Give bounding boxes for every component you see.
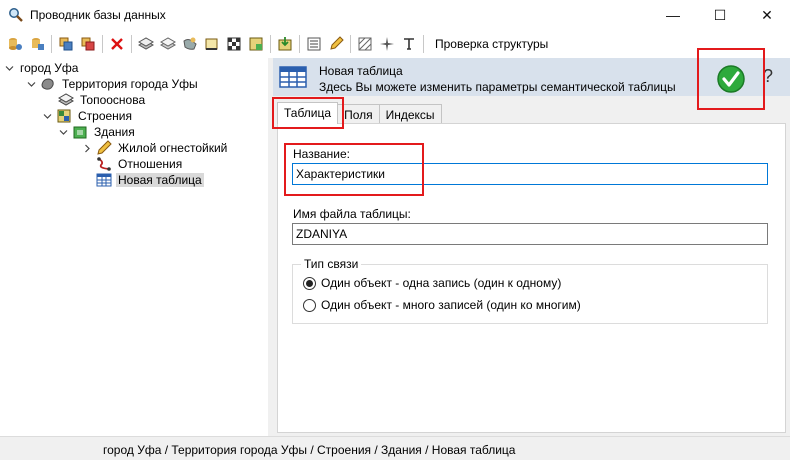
link-type-group: Тип связи Один объект - одна запись (оди…	[292, 257, 768, 324]
tree-item-city[interactable]: город Уфа	[4, 60, 80, 76]
toolbar: Проверка структуры	[0, 31, 790, 57]
highlight-box	[697, 48, 765, 110]
tab-table[interactable]: Таблица	[277, 102, 339, 124]
status-bar: город Уфа / Территория города Уфы / Стро…	[0, 436, 790, 460]
tree-item-residential[interactable]: Жилой огнестойкий	[82, 140, 229, 156]
toolbar-separator	[131, 35, 132, 53]
minimize-button[interactable]: —	[650, 0, 696, 30]
collapse-arrow-icon[interactable]	[4, 63, 14, 73]
expand-arrow-icon[interactable]	[82, 143, 92, 153]
panel-subtitle: Здесь Вы можете изменить параметры семан…	[319, 80, 676, 94]
tree-item-label: Новая таблица	[116, 173, 204, 187]
book-icon[interactable]	[201, 33, 223, 55]
toolbar-separator	[102, 35, 103, 53]
db-move-icon[interactable]	[77, 33, 99, 55]
collapse-arrow-icon[interactable]	[58, 127, 68, 137]
radio-one-to-one[interactable]: Один объект - одна запись (один к одному…	[303, 276, 561, 290]
text-tool-icon[interactable]	[398, 33, 420, 55]
tree-item-territory[interactable]: Территория города Уфы	[26, 76, 200, 92]
pencil-icon[interactable]	[325, 33, 347, 55]
layer-icon[interactable]	[135, 33, 157, 55]
file-name-field[interactable]	[292, 223, 768, 245]
tree-item-new-table[interactable]: Новая таблица	[96, 172, 204, 188]
toolbar-separator	[350, 35, 351, 53]
tree-item-label: Территория города Уфы	[62, 77, 198, 91]
database-tree: город Уфа Территория города Уфы Топоосно…	[0, 58, 268, 436]
collapse-arrow-icon[interactable]	[26, 79, 36, 89]
map-icon[interactable]	[179, 33, 201, 55]
window-title: Проводник базы данных	[30, 8, 166, 22]
tree-item-topo[interactable]: Топооснова	[58, 92, 147, 108]
delete-icon[interactable]	[106, 33, 128, 55]
maximize-button[interactable]: ☐	[697, 0, 743, 30]
db-copy-icon[interactable]	[55, 33, 77, 55]
radio-label: Один объект - много записей (один ко мно…	[321, 298, 581, 312]
tree-item-relations[interactable]: Отношения	[96, 156, 184, 172]
db-open-icon[interactable]	[26, 33, 48, 55]
table-icon	[279, 66, 307, 88]
import-icon[interactable]	[274, 33, 296, 55]
building-icon	[72, 124, 88, 140]
properties-panel: Новая таблица Здесь Вы можете изменить п…	[273, 58, 790, 436]
relations-icon	[96, 156, 112, 172]
collapse-arrow-icon[interactable]	[42, 111, 52, 121]
link-type-title: Тип связи	[301, 257, 362, 271]
toolbar-separator	[270, 35, 271, 53]
tree-item-label: Топооснова	[80, 93, 146, 107]
tab-indexes[interactable]: Индексы	[378, 104, 442, 124]
layers-icon	[58, 92, 74, 108]
radio-button[interactable]	[303, 298, 316, 312]
tree-item-label: Жилой огнестойкий	[118, 141, 228, 155]
toolbar-separator	[299, 35, 300, 53]
crosshair-icon[interactable]	[376, 33, 398, 55]
toolbar-separator	[51, 35, 52, 53]
tree-item-structures[interactable]: Строения	[42, 108, 134, 124]
tree-item-buildings[interactable]: Здания	[58, 124, 137, 140]
layer-copy-icon[interactable]	[157, 33, 179, 55]
territory-icon	[40, 76, 56, 92]
pencil-icon	[96, 140, 112, 156]
tree-item-label: Строения	[78, 109, 133, 123]
db-connect-icon[interactable]	[4, 33, 26, 55]
table-icon	[96, 172, 112, 188]
checker-icon[interactable]	[223, 33, 245, 55]
radio-button[interactable]	[303, 276, 316, 290]
close-button[interactable]: ✕	[744, 0, 790, 30]
check-structure-button[interactable]: Проверка структуры	[431, 35, 552, 53]
database-explorer-icon	[8, 7, 24, 23]
highlight-box	[284, 143, 424, 196]
tree-item-label: Здания	[94, 125, 135, 139]
toolbar-separator	[423, 35, 424, 53]
hatch-icon[interactable]	[354, 33, 376, 55]
file-name-label: Имя файла таблицы:	[293, 207, 411, 221]
panel-title: Новая таблица	[319, 64, 403, 78]
status-path: город Уфа / Территория города Уфы / Стро…	[103, 443, 516, 457]
radio-label: Один объект - одна запись (один к одному…	[321, 276, 562, 290]
radio-one-to-many[interactable]: Один объект - много записей (один ко мно…	[303, 298, 581, 312]
buildings-icon	[56, 108, 72, 124]
grid-icon[interactable]	[245, 33, 267, 55]
tab-strip: Таблица Поля Индексы	[277, 102, 442, 124]
tree-item-label: Отношения	[118, 157, 183, 171]
list-icon[interactable]	[303, 33, 325, 55]
title-bar: Проводник базы данных — ☐ ✕	[0, 0, 790, 30]
tree-item-label: город Уфа	[20, 61, 79, 75]
